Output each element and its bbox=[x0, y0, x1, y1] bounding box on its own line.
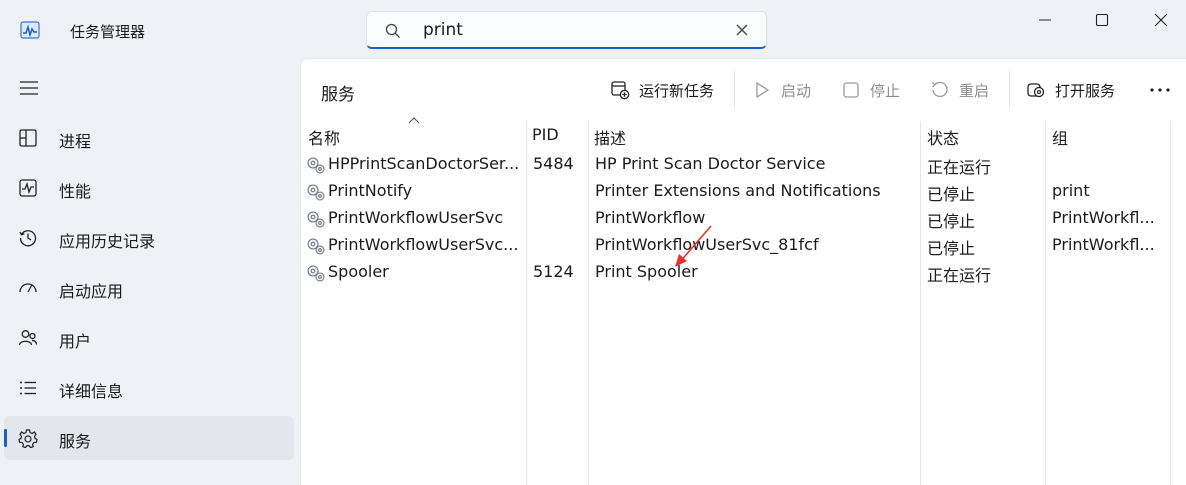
play-icon bbox=[756, 81, 770, 99]
service-gear-icon bbox=[307, 211, 325, 228]
service-group: print bbox=[1052, 181, 1090, 200]
restart-icon bbox=[932, 81, 948, 98]
processes-icon bbox=[19, 129, 37, 147]
sidebar-item-users[interactable]: 用户 bbox=[4, 316, 294, 360]
users-icon bbox=[18, 330, 38, 346]
hamburger-menu-icon[interactable] bbox=[19, 78, 39, 98]
column-header-pid[interactable]: PID bbox=[532, 125, 559, 144]
app-title: 任务管理器 bbox=[70, 23, 146, 41]
service-status: 已停止 bbox=[927, 239, 976, 258]
start-label: 启动 bbox=[781, 81, 812, 100]
more-icon bbox=[1150, 88, 1170, 92]
minimize-icon bbox=[1039, 19, 1051, 21]
run-new-task-icon bbox=[611, 81, 630, 100]
service-description: PrintWorkflowUserSvc_81fcf bbox=[595, 235, 819, 254]
app-history-icon bbox=[19, 230, 37, 247]
startup-icon bbox=[19, 283, 37, 293]
sidebar-item-label: 启动应用 bbox=[59, 282, 124, 301]
table-row[interactable]: PrintWorkflowUserSvc PrintWorkflow 已停止 P… bbox=[301, 205, 1186, 232]
service-status: 正在运行 bbox=[927, 158, 992, 177]
table-header: 名称 PID 描述 状态 组 bbox=[301, 121, 1186, 149]
table-row[interactable]: Spooler 5124 Print Spooler 正在运行 bbox=[301, 259, 1186, 286]
more-options-button[interactable] bbox=[1149, 73, 1171, 107]
stop-icon bbox=[843, 82, 859, 98]
search-input[interactable] bbox=[423, 18, 723, 42]
sidebar-item-performance[interactable]: 性能 bbox=[4, 166, 294, 210]
task-manager-app-icon bbox=[20, 21, 40, 39]
column-header-name[interactable]: 名称 bbox=[308, 125, 340, 149]
service-name: Spooler bbox=[328, 262, 389, 281]
sidebar-item-startup-apps[interactable]: 启动应用 bbox=[4, 266, 294, 310]
stop-service-button[interactable]: 停止 bbox=[841, 73, 900, 107]
services-panel: 服务 运行新任务 启动 停止 重启 打开服务 名称 PID 描述 状态 组 HP… bbox=[300, 58, 1186, 485]
service-description: HP Print Scan Doctor Service bbox=[595, 154, 826, 173]
column-header-description[interactable]: 描述 bbox=[594, 125, 626, 149]
column-header-status[interactable]: 状态 bbox=[927, 125, 959, 149]
service-pid: 5484 bbox=[533, 154, 574, 173]
table-row[interactable]: HPPrintScanDoctorSer... 5484 HP Print Sc… bbox=[301, 151, 1186, 178]
table-row[interactable]: PrintNotify Printer Extensions and Notif… bbox=[301, 178, 1186, 205]
service-group: PrintWorkfl... bbox=[1052, 208, 1155, 227]
service-group: PrintWorkfl... bbox=[1052, 235, 1155, 254]
services-icon bbox=[18, 429, 38, 448]
run-new-task-label: 运行新任务 bbox=[639, 81, 715, 100]
service-description: Printer Extensions and Notifications bbox=[595, 181, 881, 200]
close-window-button[interactable] bbox=[1146, 8, 1176, 32]
service-gear-icon bbox=[307, 157, 325, 174]
sidebar-item-label: 性能 bbox=[59, 182, 92, 201]
toolbar-divider bbox=[734, 71, 735, 107]
sidebar-item-label: 进程 bbox=[59, 132, 92, 151]
service-name: PrintWorkflowUserSvc bbox=[328, 208, 504, 227]
service-gear-icon bbox=[307, 265, 325, 282]
search-box[interactable] bbox=[366, 11, 767, 49]
service-description: PrintWorkflow bbox=[595, 208, 706, 227]
open-services-button[interactable]: 打开服务 bbox=[1026, 73, 1115, 107]
sidebar-item-app-history[interactable]: 应用历史记录 bbox=[4, 216, 294, 260]
maximize-button[interactable] bbox=[1087, 8, 1117, 32]
service-description: Print Spooler bbox=[595, 262, 698, 281]
service-status: 正在运行 bbox=[927, 266, 992, 285]
sidebar-item-label: 应用历史记录 bbox=[59, 232, 156, 251]
open-services-icon bbox=[1027, 83, 1045, 98]
search-icon bbox=[385, 23, 400, 38]
performance-icon bbox=[19, 179, 37, 197]
title-bar: 任务管理器 bbox=[0, 0, 1186, 60]
start-service-button[interactable]: 启动 bbox=[752, 73, 811, 107]
service-name: PrintWorkflowUserSvc... bbox=[328, 235, 519, 254]
toolbar-divider bbox=[1009, 71, 1010, 107]
service-name: PrintNotify bbox=[328, 181, 413, 200]
maximize-icon bbox=[1095, 13, 1109, 27]
close-icon bbox=[1154, 13, 1168, 27]
sidebar-item-label: 服务 bbox=[59, 432, 92, 451]
details-icon bbox=[20, 381, 36, 395]
restart-service-button[interactable]: 重启 bbox=[930, 73, 989, 107]
service-gear-icon bbox=[307, 184, 325, 201]
service-name: HPPrintScanDoctorSer... bbox=[328, 154, 520, 173]
open-services-label: 打开服务 bbox=[1055, 81, 1116, 100]
clear-search-icon[interactable] bbox=[734, 22, 750, 38]
sidebar-item-label: 详细信息 bbox=[59, 382, 124, 401]
service-status: 已停止 bbox=[927, 185, 976, 204]
sidebar-item-label: 用户 bbox=[59, 332, 92, 351]
table-row[interactable]: PrintWorkflowUserSvc... PrintWorkflowUse… bbox=[301, 232, 1186, 259]
column-header-group[interactable]: 组 bbox=[1052, 125, 1068, 149]
sidebar-item-processes[interactable]: 进程 bbox=[4, 116, 294, 160]
page-title: 服务 bbox=[321, 85, 355, 105]
run-new-task-button[interactable]: 运行新任务 bbox=[610, 73, 714, 107]
service-pid: 5124 bbox=[533, 262, 574, 281]
service-status: 已停止 bbox=[927, 212, 976, 231]
minimize-button[interactable] bbox=[1030, 8, 1060, 32]
annotation-arrow bbox=[675, 225, 712, 267]
restart-label: 重启 bbox=[959, 81, 990, 100]
service-gear-icon bbox=[307, 238, 325, 255]
sidebar-item-details[interactable]: 详细信息 bbox=[4, 366, 294, 410]
sidebar-item-services[interactable]: 服务 bbox=[4, 416, 294, 460]
stop-label: 停止 bbox=[870, 81, 901, 100]
